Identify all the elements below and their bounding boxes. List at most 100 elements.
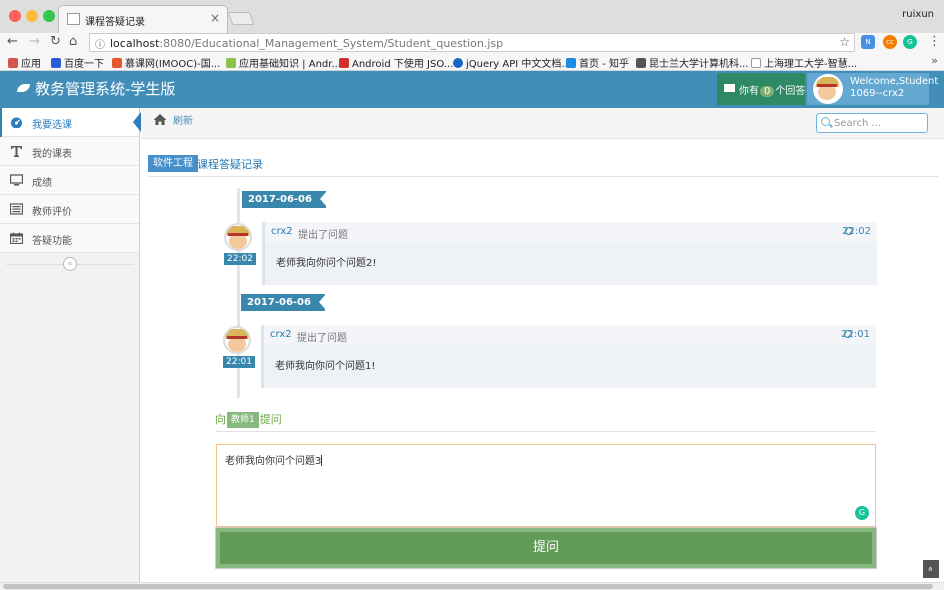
timeline-time-tag: 22:02	[224, 253, 256, 265]
profile-name[interactable]: ruixun	[902, 9, 934, 20]
sidebar: 我要选课 我的课表 成绩 教师评价 答疑功能 «	[0, 108, 141, 582]
bookmark-label: 首页 - 知乎	[579, 59, 629, 70]
notif-prefix: 你有	[739, 86, 759, 97]
answer-count-badge: 0	[760, 86, 775, 97]
baidu-icon	[51, 58, 61, 68]
grammarly-extension-icon[interactable]: G	[903, 35, 917, 49]
course-badge: 软件工程	[148, 155, 198, 172]
back-arrow-icon[interactable]: ←	[7, 35, 18, 49]
tab-close-icon[interactable]: ×	[210, 11, 220, 25]
question-text: 老师我向你问个问题2!	[276, 258, 377, 269]
divider	[148, 176, 938, 177]
forward-arrow-icon[interactable]: →	[29, 35, 40, 49]
desktop-icon	[10, 174, 23, 186]
bookmark-label: 应用	[21, 59, 41, 70]
home-icon[interactable]	[153, 113, 167, 126]
sidebar-item-label: 成绩	[32, 178, 52, 189]
dashboard-icon	[11, 117, 22, 128]
sidebar-item-teacher-evaluation[interactable]: 教师评价	[0, 195, 139, 224]
brand-title: 教务管理系统-学生版	[35, 80, 176, 98]
address-url: localhost:8080/Educational_Management_Sy…	[110, 37, 503, 50]
bookmark-label: 上海理工大学-智慧...	[764, 59, 858, 70]
search-icon	[821, 117, 830, 126]
notifications-button[interactable]: 你有 0 个回答	[717, 73, 805, 105]
question-draft: 老师我向你问个问题3	[225, 456, 322, 467]
page-favicon-icon	[67, 13, 80, 25]
ask-heading: 向教师1 提问	[215, 411, 282, 428]
bookmark-item[interactable]: 上海理工大学-智慧...	[751, 55, 857, 70]
user-menu[interactable]: Welcome,Student 1069--crx2	[807, 73, 938, 105]
avatar	[223, 326, 251, 354]
imooc-icon	[112, 58, 122, 68]
timeline-date-label: 2017-06-06	[242, 191, 327, 208]
bookmark-item[interactable]: 慕课网(IMOOC)-国...	[112, 55, 220, 70]
tab-title: 课程答疑记录	[85, 17, 145, 28]
notification-text: 你有 0 个回答	[739, 82, 805, 97]
address-bar[interactable]: ⓘ localhost:8080/Educational_Management_…	[89, 33, 855, 52]
avatar-hat-band	[227, 336, 247, 339]
leaf-icon	[17, 84, 30, 92]
url-path: :8080/Educational_Management_System/Stud…	[159, 37, 504, 50]
bookmark-star-icon[interactable]: ☆	[839, 35, 850, 49]
submit-question-button[interactable]: 提问	[216, 528, 876, 568]
search-placeholder: Search ...	[834, 118, 882, 129]
bookmark-item[interactable]: Android 下使用 JSO...	[339, 55, 453, 70]
minimize-window-button[interactable]	[26, 10, 38, 22]
brand-link[interactable]: 教务管理系统-学生版	[17, 78, 175, 99]
breadcrumb: 刷新 Search ...	[141, 108, 944, 139]
text-icon	[11, 146, 22, 157]
bookmark-label: 应用基础知识 | Andr...	[239, 59, 341, 70]
bookmarks-overflow-icon[interactable]: »	[931, 54, 938, 67]
bookmark-item[interactable]: 昆士兰大学计算机科...	[636, 55, 749, 70]
sidebar-item-grades[interactable]: 成绩	[0, 166, 139, 195]
envelope-icon	[724, 84, 735, 92]
question-author-link[interactable]: crx2	[271, 226, 293, 237]
sidebar-item-course-selection[interactable]: 我要选课	[0, 108, 141, 137]
search-input[interactable]: Search ...	[816, 113, 928, 133]
sidebar-item-qa[interactable]: 答疑功能	[0, 224, 139, 253]
back-to-top-icon[interactable]: »	[923, 560, 939, 578]
question-author-link[interactable]: crx2	[270, 329, 292, 340]
avatar	[224, 223, 252, 251]
bookmark-item[interactable]: 首页 - 知乎	[566, 55, 629, 70]
question-time: 22:01	[841, 329, 870, 340]
avatar	[813, 74, 843, 104]
close-window-button[interactable]	[9, 10, 21, 22]
csdn-icon	[339, 58, 349, 68]
question-textarea[interactable]: 老师我向你问个问题3 G	[216, 444, 876, 527]
bookmark-item[interactable]: jQuery API 中文文档...	[453, 55, 571, 70]
grammarly-icon[interactable]: G	[855, 506, 869, 520]
timeline-item: crx2 提出了问题 22:02 老师我向你问个问题2!	[262, 222, 877, 285]
sidebar-collapse-button[interactable]: «	[63, 257, 77, 271]
home-icon[interactable]: ⌂	[69, 35, 77, 49]
sidebar-item-label: 我的课表	[32, 149, 72, 160]
jquery-icon	[453, 58, 463, 68]
refresh-link[interactable]: 刷新	[173, 112, 193, 127]
uq-crest-icon	[636, 58, 646, 68]
timeline-time-tag: 22:01	[223, 356, 255, 368]
ask-prefix: 向	[215, 413, 226, 426]
timeline-item-header: crx2 提出了问题 22:02	[265, 222, 877, 242]
question-text: 老师我向你问个问题1!	[275, 361, 376, 372]
bookmark-item[interactable]: 应用基础知识 | Andr...	[226, 55, 341, 70]
question-time: 22:02	[842, 226, 871, 237]
question-action-text: 提出了问题	[297, 333, 347, 344]
user-info: Welcome,Student 1069--crx2	[850, 76, 938, 100]
extension-new-icon[interactable]: N	[861, 35, 875, 49]
extension-cc-icon[interactable]: cc	[883, 35, 897, 49]
browser-tab[interactable]: 课程答疑记录 ×	[58, 5, 228, 33]
bookmark-label: Android 下使用 JSO...	[352, 59, 454, 70]
new-tab-button[interactable]	[227, 12, 255, 25]
avatar-hat-band	[228, 233, 248, 236]
browser-toolbar: ← → ↻ ⌂ ⓘ localhost:8080/Educational_Man…	[0, 33, 944, 53]
info-icon[interactable]: ⓘ	[95, 36, 105, 51]
horizontal-scrollbar[interactable]	[0, 582, 944, 590]
zoom-window-button[interactable]	[43, 10, 55, 22]
bookmark-item[interactable]: 百度一下	[51, 55, 104, 70]
scrollbar-thumb[interactable]	[3, 584, 933, 589]
sidebar-item-timetable[interactable]: 我的课表	[0, 137, 139, 166]
browser-menu-icon[interactable]: ⋮	[928, 34, 941, 49]
reload-icon[interactable]: ↻	[50, 35, 61, 49]
bookmark-item[interactable]: 应用	[8, 55, 41, 70]
document-icon	[751, 58, 761, 68]
